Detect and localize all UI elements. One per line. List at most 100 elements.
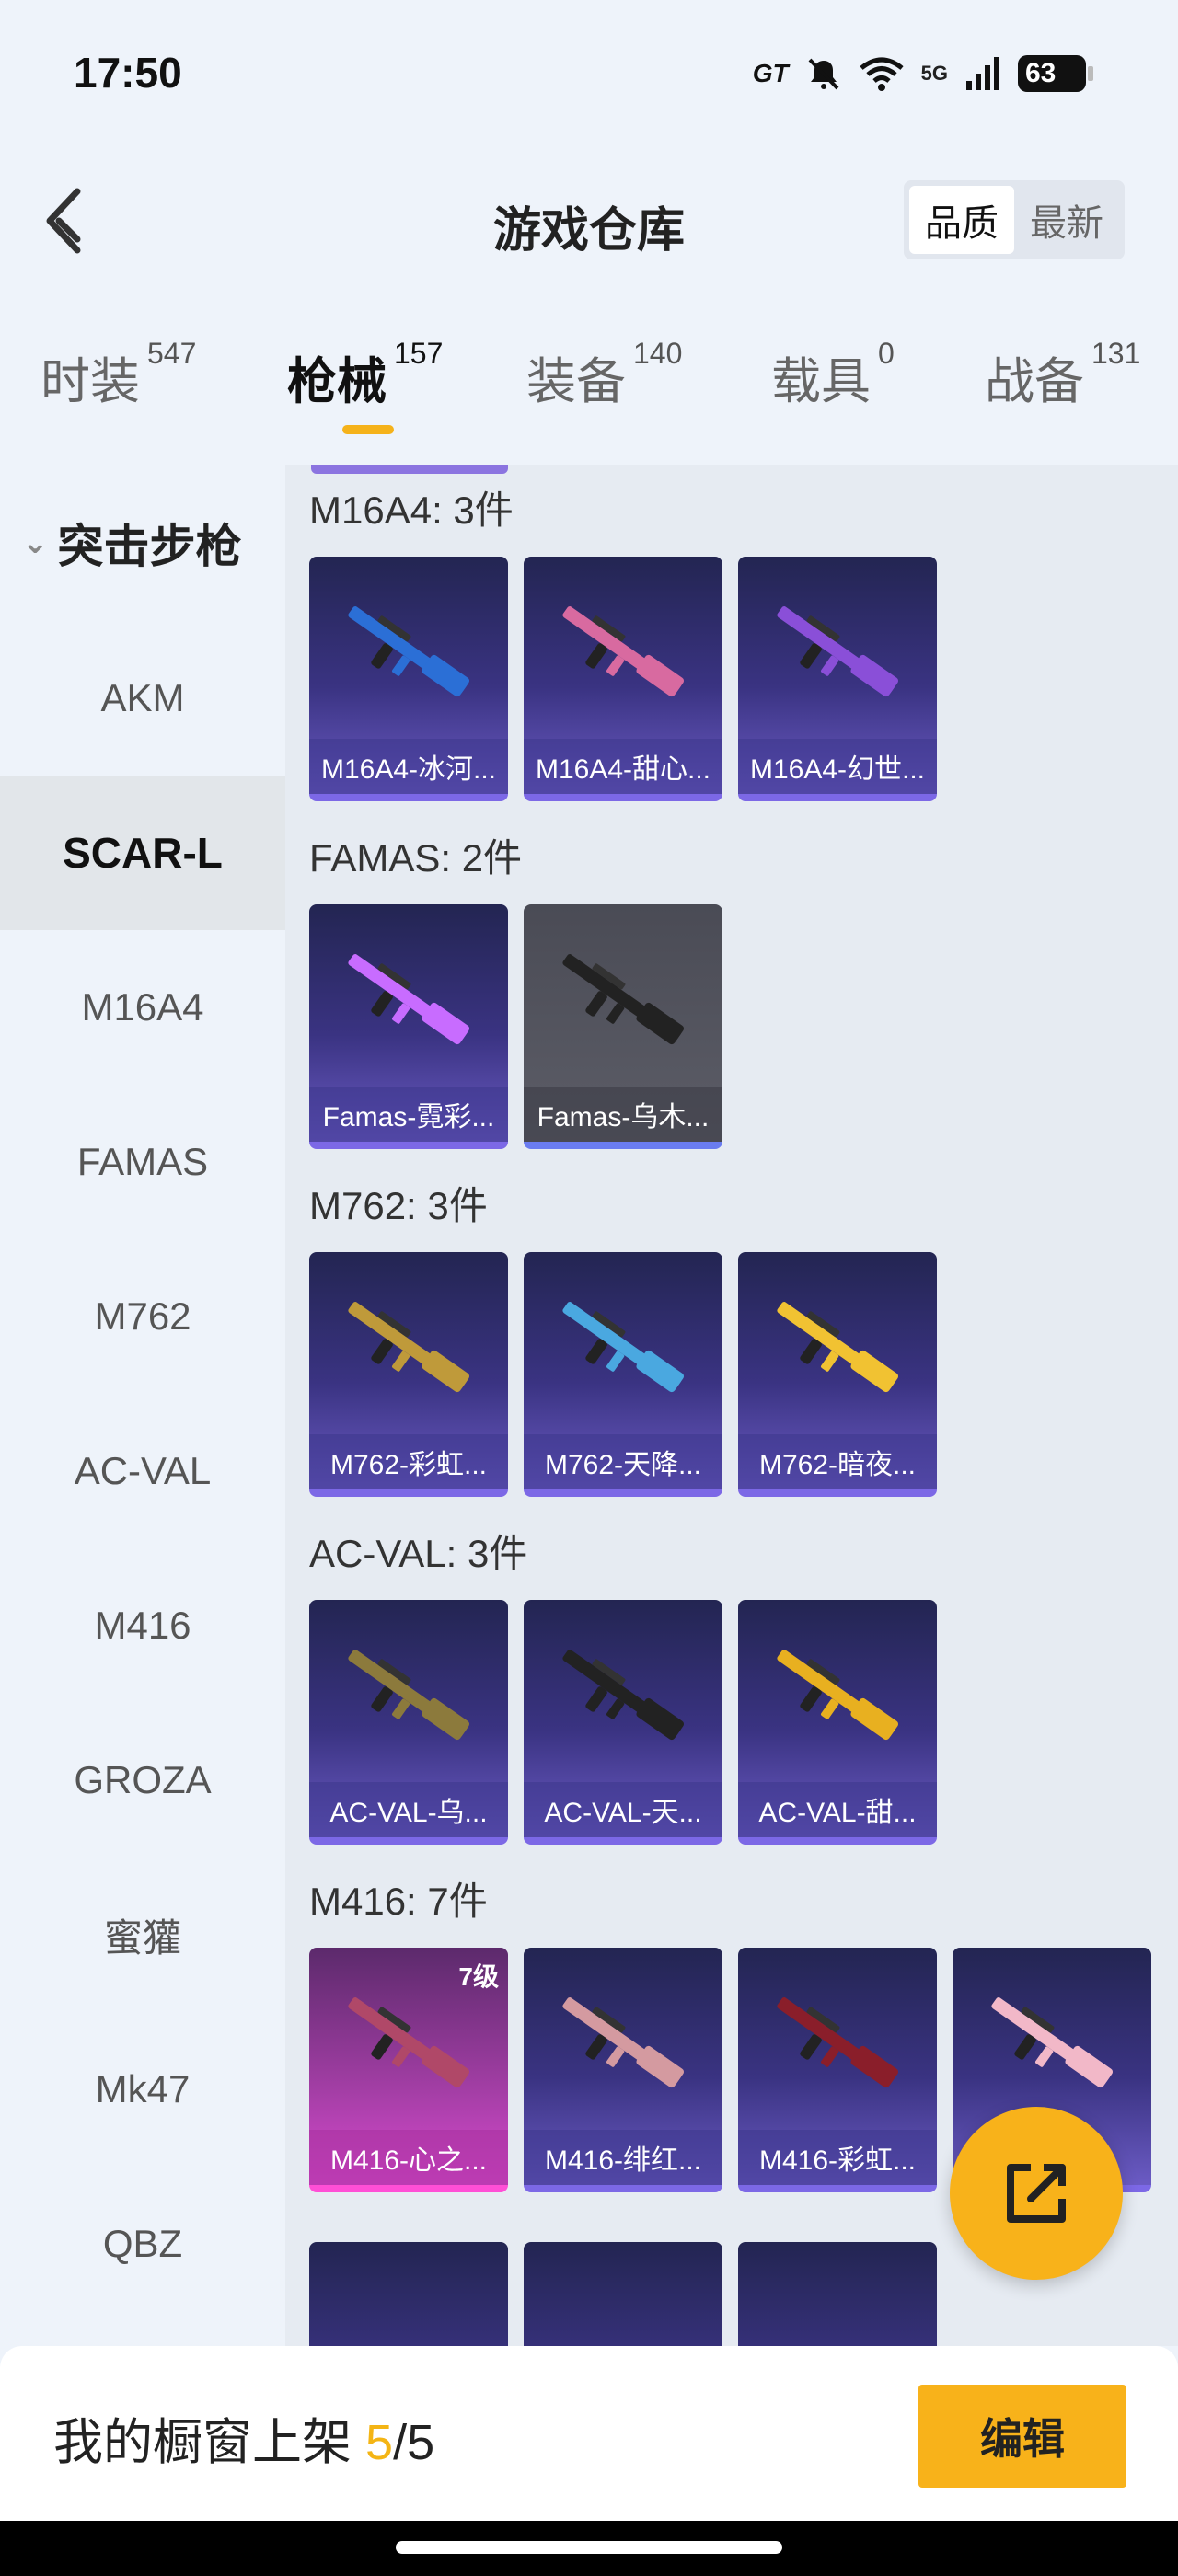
tab-active-indicator: [342, 425, 394, 434]
app-root: { "status": {"time": "17:50", "carrier_t…: [0, 0, 1178, 2576]
header: 游戏仓库 品质 最新: [0, 156, 1178, 285]
tab-vehicles[interactable]: 载具 0: [771, 337, 895, 413]
tab-label: 枪械: [287, 354, 387, 409]
rifle-icon: [348, 606, 470, 697]
status-bar: 17:50 GT 5G 63: [0, 0, 1178, 147]
sidebar-item-scar-l[interactable]: SCAR-L: [0, 776, 285, 930]
tab-guns[interactable]: 枪械 157: [287, 337, 444, 434]
rifle-icon: [777, 1302, 899, 1393]
sort-quality-button[interactable]: 品质: [909, 186, 1014, 254]
item-group: M16A4: 3件 M16A4-冰河... M16A4-甜心... M16A4-幻世.…: [309, 483, 937, 801]
skin-card[interactable]: Famas-乌木...: [524, 904, 722, 1149]
skin-card[interactable]: M416-彩虹...: [738, 1948, 937, 2192]
sidebar-item-qbz[interactable]: QBZ: [0, 2167, 285, 2321]
item-group: M762: 3件 M762-彩虹... M762-天降... M762-暗夜...: [309, 1179, 937, 1497]
rifle-icon: [348, 1650, 470, 1741]
rifle-icon: [562, 954, 685, 1045]
previous-card-edge: [311, 465, 508, 474]
skin-card[interactable]: [738, 2242, 937, 2346]
skin-card-label: M762-彩虹...: [309, 1434, 508, 1489]
tab-count: 547: [147, 337, 197, 370]
showcase-bar: 我的橱窗上架 5/5 编辑: [0, 2346, 1178, 2521]
sidebar-item-m762[interactable]: M762: [0, 1239, 285, 1394]
skin-card-label: M16A4-甜心...: [524, 739, 722, 794]
showcase-status: 我的橱窗上架 5/5: [53, 2401, 434, 2474]
home-indicator[interactable]: [396, 2541, 782, 2554]
share-button[interactable]: [950, 2107, 1123, 2280]
edit-button[interactable]: 编辑: [918, 2385, 1126, 2488]
skin-card-label: M762-天降...: [524, 1434, 722, 1489]
sidebar-item-akm[interactable]: AKM: [0, 621, 285, 776]
tab-label: 装备: [526, 354, 626, 409]
showcase-label: 我的橱窗上架: [53, 2415, 366, 2470]
card-row: Famas-霓彩... Famas-乌木...: [309, 904, 722, 1149]
sidebar-item-ac-val[interactable]: AC-VAL: [0, 1394, 285, 1548]
skin-card[interactable]: 7级 M416-心之...: [309, 1948, 508, 2192]
skin-card[interactable]: M16A4-冰河...: [309, 557, 508, 801]
tab-label: 载具: [771, 354, 871, 409]
sidebar-item-mk47[interactable]: Mk47: [0, 2012, 285, 2167]
mute-bell-icon: [808, 58, 839, 90]
skin-card-label: AC-VAL-甜...: [738, 1782, 937, 1837]
group-title: FAMAS: 2件: [309, 836, 523, 880]
skin-card-label: M16A4-冰河...: [309, 739, 508, 794]
sidebar-item-honey-badger[interactable]: 蜜獾: [0, 1857, 285, 2012]
skin-card-label: AC-VAL-乌...: [309, 1782, 508, 1837]
rifle-icon: [777, 1650, 899, 1741]
tab-equipment[interactable]: 装备 140: [526, 337, 683, 413]
card-row: M16A4-冰河... M16A4-甜心... M16A4-幻世...: [309, 557, 937, 801]
tab-label: 时装: [40, 354, 140, 409]
skin-card[interactable]: M16A4-幻世...: [738, 557, 937, 801]
group-title: M16A4: 3件: [309, 489, 514, 532]
rifle-icon: [991, 1997, 1114, 2088]
item-group: FAMAS: 2件 Famas-霓彩... Famas-乌木...: [309, 831, 722, 1149]
skin-card[interactable]: M762-天降...: [524, 1252, 722, 1497]
skin-card-label: Famas-乌木...: [524, 1087, 722, 1142]
skin-card-label: M416-心之...: [309, 2130, 508, 2185]
tab-fashion[interactable]: 时装 547: [40, 337, 197, 413]
skin-card[interactable]: M416-绯红...: [524, 1948, 722, 2192]
skin-card[interactable]: AC-VAL-乌...: [309, 1600, 508, 1845]
card-row: AC-VAL-乌... AC-VAL-天... AC-VAL-甜...: [309, 1600, 937, 1845]
showcase-count: 5: [365, 2415, 394, 2470]
skin-card[interactable]: Famas-霓彩...: [309, 904, 508, 1149]
level-badge: 7级: [458, 1962, 499, 1991]
sidebar-item-groza[interactable]: GROZA: [0, 1703, 285, 1857]
sidebar-item-m16a4[interactable]: M16A4: [0, 930, 285, 1085]
sidebar-item-famas[interactable]: FAMAS: [0, 1085, 285, 1239]
skin-card-label: Famas-霓彩...: [309, 1087, 508, 1142]
skin-card-label: M762-暗夜...: [738, 1434, 937, 1489]
sidebar-category-header[interactable]: ⌄ 突击步枪: [0, 465, 285, 621]
status-icons: GT 5G 63: [753, 46, 1093, 101]
skin-card[interactable]: M762-彩虹...: [309, 1252, 508, 1497]
skin-card[interactable]: [309, 2242, 508, 2346]
rifle-icon: [562, 606, 685, 697]
skin-card[interactable]: M762-暗夜...: [738, 1252, 937, 1497]
tab-count: 140: [633, 337, 683, 370]
skin-card-label: M16A4-幻世...: [738, 739, 937, 794]
skin-card-label: M416-彩虹...: [738, 2130, 937, 2185]
skin-card[interactable]: M16A4-甜心...: [524, 557, 722, 801]
card-row: M762-彩虹... M762-天降... M762-暗夜...: [309, 1252, 937, 1497]
sort-latest-button[interactable]: 最新: [1014, 186, 1119, 254]
skin-card[interactable]: [524, 2242, 722, 2346]
item-group-partial: [309, 2224, 937, 2346]
skin-card[interactable]: AC-VAL-甜...: [738, 1600, 937, 1845]
battery-icon: 63: [1018, 55, 1093, 92]
tab-count: 0: [878, 337, 895, 370]
system-nav-bar: [0, 2521, 1178, 2576]
skin-card-label: AC-VAL-天...: [524, 1782, 722, 1837]
tab-count: 157: [394, 337, 444, 370]
item-grid: M16A4: 3件 M16A4-冰河... M16A4-甜心... M16A4-幻世.…: [285, 465, 1178, 2346]
rifle-icon: [562, 1650, 685, 1741]
tab-count: 131: [1091, 337, 1141, 370]
sidebar-item-m416[interactable]: M416: [0, 1548, 285, 1703]
skin-card[interactable]: AC-VAL-天...: [524, 1600, 722, 1845]
tab-supplies[interactable]: 战备 131: [985, 337, 1141, 413]
rifle-icon: [562, 1997, 685, 2088]
chevron-down-icon: ⌄: [22, 525, 49, 560]
rifle-icon: [777, 606, 899, 697]
sidebar: ⌄ 突击步枪 AKM SCAR-L M16A4 FAMAS M762 AC-VA…: [0, 465, 285, 2346]
category-tabs: 时装 547 枪械 157 装备 140 载具 0 战备 131: [0, 337, 1178, 442]
group-title: M416: 7件: [309, 1880, 488, 1923]
